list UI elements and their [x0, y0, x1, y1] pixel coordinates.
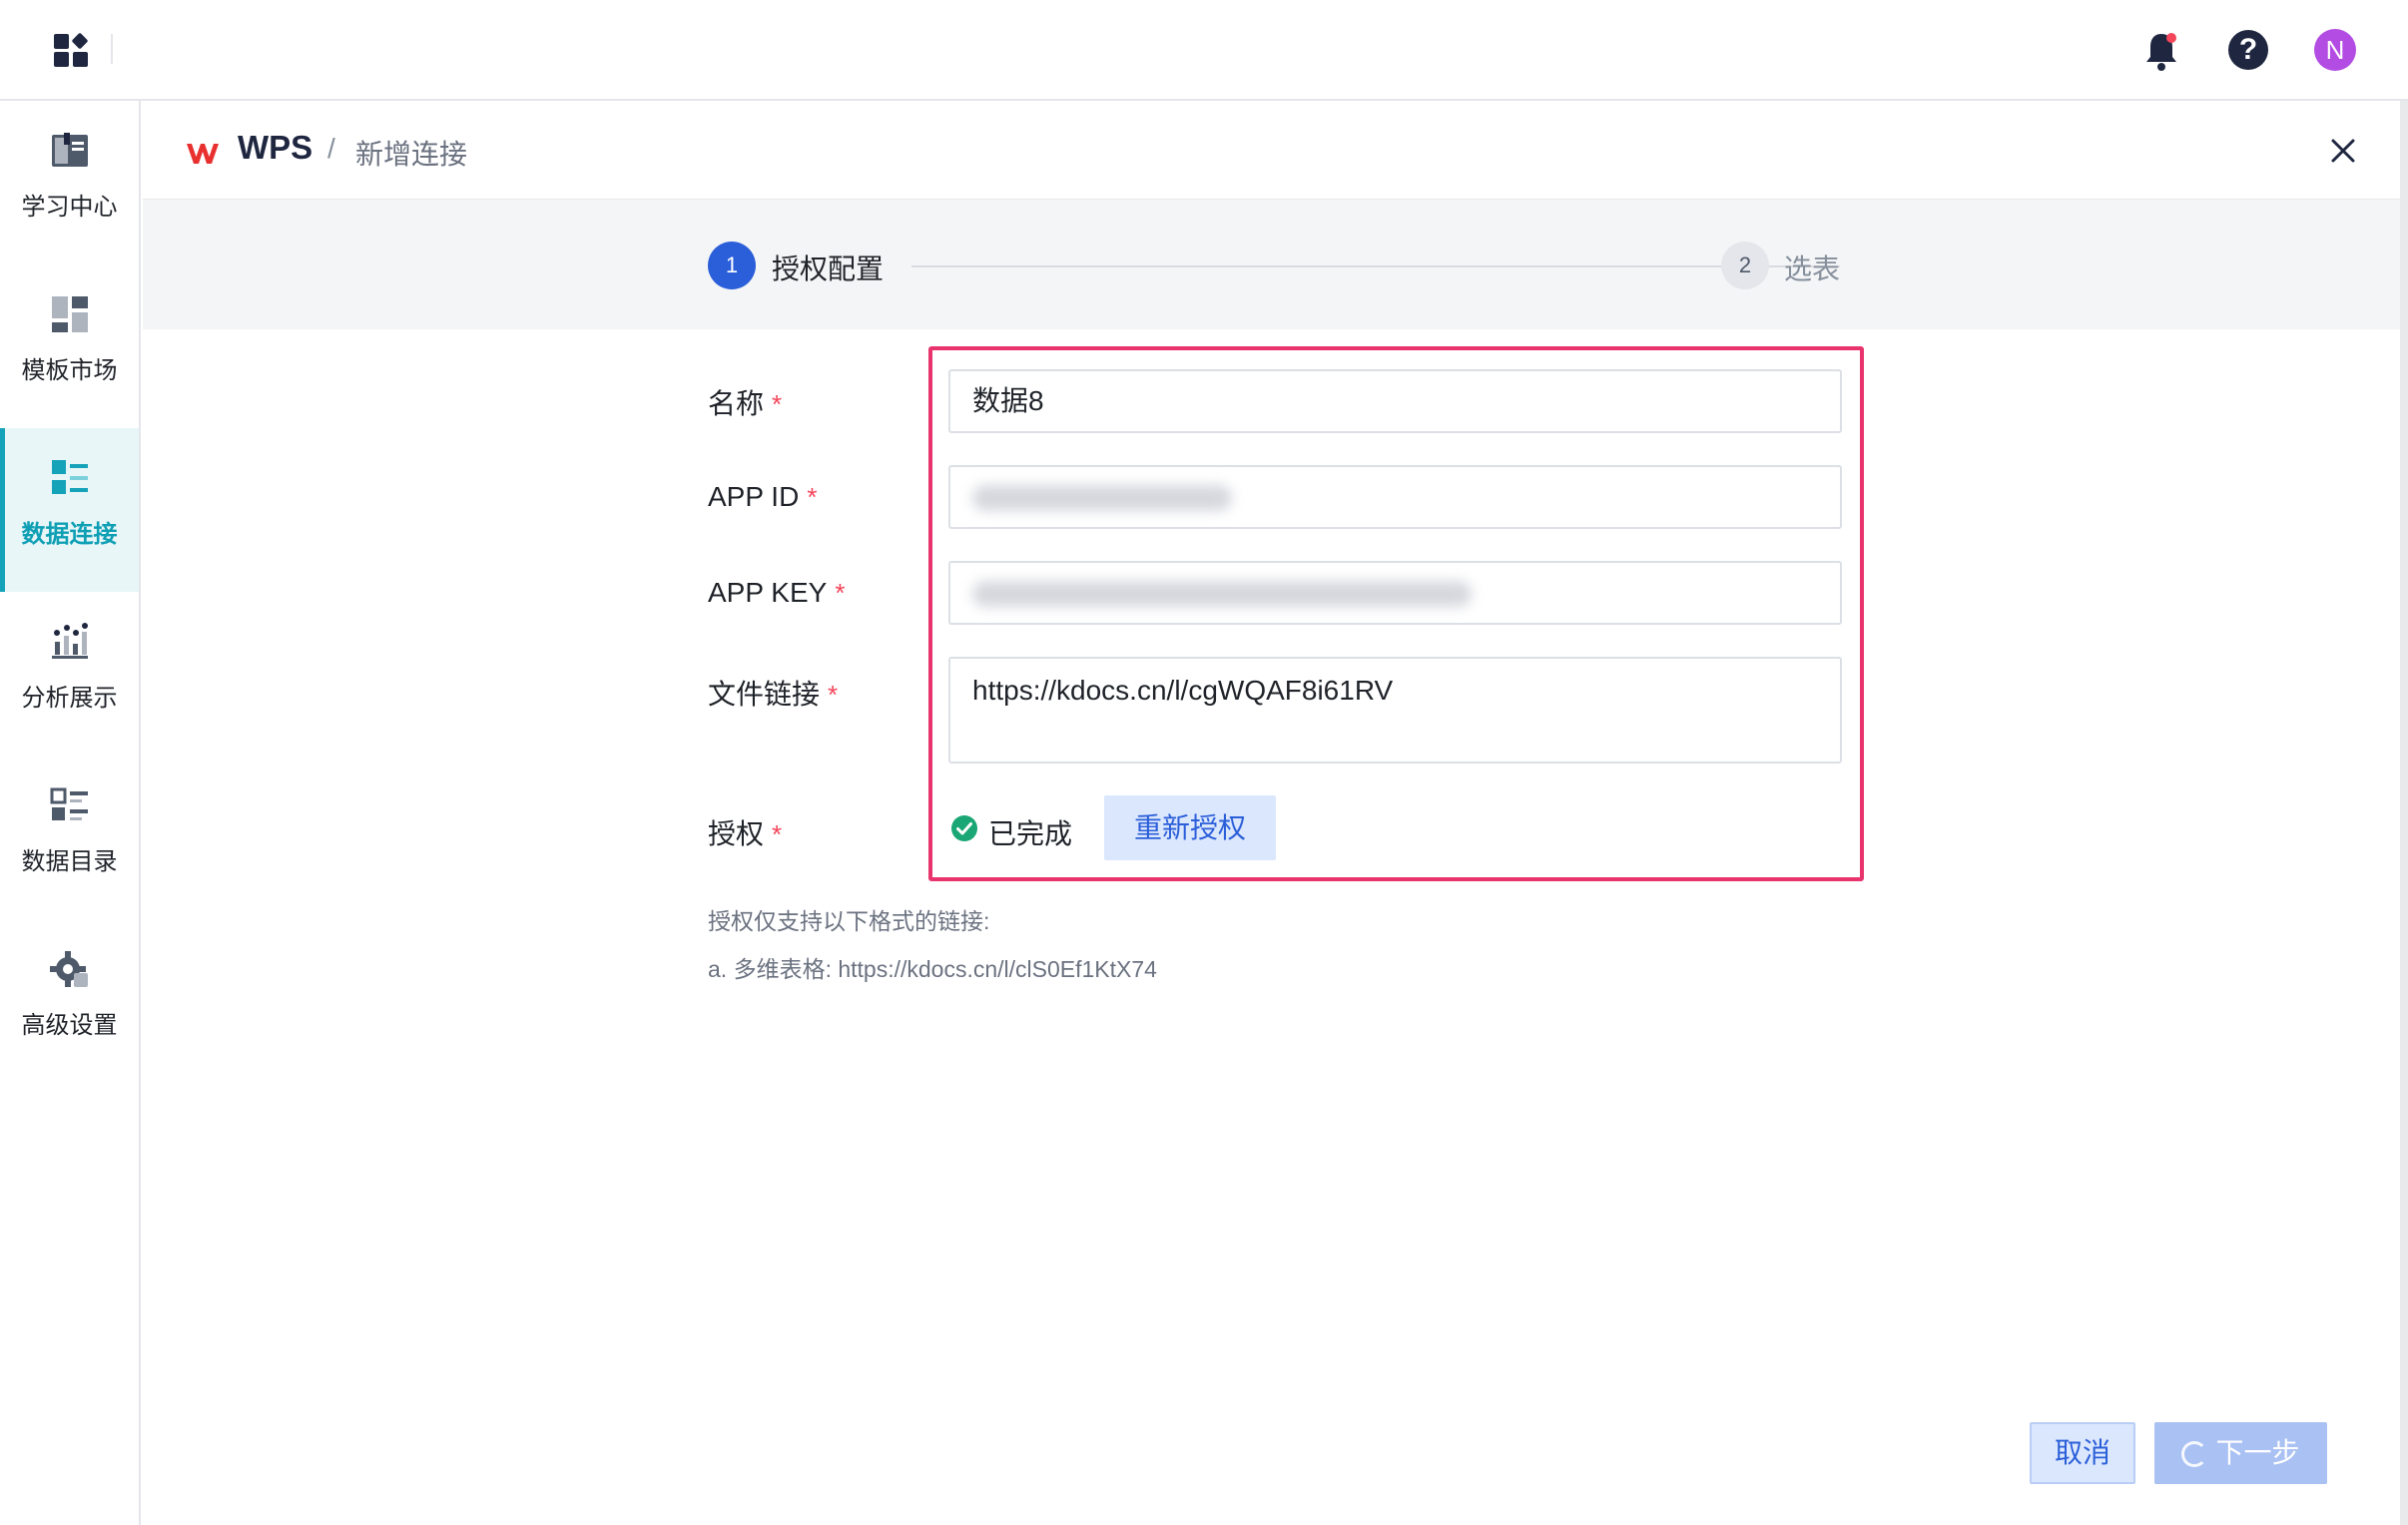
- step-connector: [911, 265, 1840, 267]
- bell-icon[interactable]: [2142, 30, 2180, 72]
- sidebar-item-label: 模板市场: [21, 357, 118, 384]
- template-grid-icon: [52, 296, 88, 332]
- hint-example: a. 多维表格: https://kdocs.cn/l/clS0Ef1KtX74: [708, 956, 1157, 982]
- close-icon[interactable]: [2323, 131, 2363, 171]
- sidebar-item-label: 学习中心: [21, 194, 118, 221]
- help-icon[interactable]: ?: [2228, 30, 2268, 70]
- required-mark: *: [807, 482, 818, 512]
- sidebar-item-analysis[interactable]: 分析展示: [0, 592, 139, 756]
- data-connect-icon: [52, 460, 88, 494]
- stepper: 1 授权配置 2 选表: [143, 200, 2408, 329]
- next-button-label: 下一步: [2215, 1437, 2300, 1468]
- reauthorize-button[interactable]: 重新授权: [1104, 795, 1276, 860]
- app-id-label: APP ID *: [708, 481, 818, 512]
- sidebar: 学习中心 模板市场 数据连接 分析展示 数据目录 高级设置: [0, 101, 141, 1525]
- sidebar-item-template-market[interactable]: 模板市场: [0, 264, 139, 428]
- topbar-divider: [111, 34, 113, 64]
- cancel-button[interactable]: 取消: [2030, 1422, 2135, 1484]
- required-mark: *: [772, 819, 783, 849]
- wps-logo-icon: [187, 144, 219, 164]
- file-link-label: 文件链接 *: [708, 679, 839, 710]
- book-icon: [52, 133, 88, 167]
- check-circle-icon: [951, 815, 977, 841]
- auth-label: 授权 *: [708, 818, 783, 849]
- sidebar-item-data-catalog[interactable]: 数据目录: [0, 756, 139, 919]
- app-name: WPS: [238, 129, 313, 166]
- redacted-value: [972, 581, 1472, 607]
- app-key-input[interactable]: [948, 561, 1842, 625]
- required-mark: *: [835, 578, 846, 608]
- loading-spinner-icon: [2181, 1441, 2208, 1467]
- apps-grid-icon[interactable]: [52, 30, 92, 70]
- sidebar-item-data-connection[interactable]: 数据连接: [0, 428, 139, 592]
- required-mark: *: [772, 389, 783, 419]
- sidebar-item-label: 高级设置: [21, 1012, 118, 1039]
- top-bar: ? N: [0, 0, 2408, 101]
- breadcrumb-separator: /: [327, 133, 335, 164]
- app-key-label: APP KEY *: [708, 577, 846, 608]
- gear-icon: [50, 951, 88, 987]
- redacted-value: [972, 485, 1232, 511]
- sidebar-item-label: 数据目录: [21, 848, 118, 875]
- scrollbar[interactable]: [2400, 101, 2408, 1525]
- breadcrumb-current: 新增连接: [355, 139, 468, 170]
- name-label: 名称 *: [708, 388, 783, 419]
- app-root: ? N 学习中心 模板市场 数据连接 分析展示 数据目录 高级设置 WPS / …: [0, 0, 2408, 1525]
- catalog-list-icon: [50, 787, 88, 820]
- app-id-input[interactable]: [948, 465, 1842, 529]
- sidebar-item-label: 分析展示: [21, 685, 118, 712]
- sidebar-item-label: 数据连接: [21, 521, 118, 548]
- name-input[interactable]: 数据8: [948, 369, 1842, 433]
- required-mark: *: [828, 680, 839, 710]
- step-1-label: 授权配置: [772, 254, 885, 284]
- dialog-header: WPS / 新增连接: [143, 103, 2408, 200]
- chart-icon: [52, 623, 88, 659]
- step-2-number: 2: [1721, 242, 1769, 289]
- step-2-label: 选表: [1784, 254, 1841, 284]
- hint-text: 授权仅支持以下格式的链接:: [708, 908, 990, 934]
- file-link-textarea[interactable]: https://kdocs.cn/l/cgWQAF8i61RV: [948, 657, 1842, 763]
- step-1-number: 1: [708, 242, 756, 289]
- next-button[interactable]: 下一步: [2154, 1422, 2327, 1484]
- sidebar-item-learning-center[interactable]: 学习中心: [0, 101, 139, 264]
- sidebar-item-advanced-settings[interactable]: 高级设置: [0, 919, 139, 1083]
- auth-status: 已完成: [988, 818, 1073, 849]
- avatar[interactable]: N: [2314, 29, 2356, 71]
